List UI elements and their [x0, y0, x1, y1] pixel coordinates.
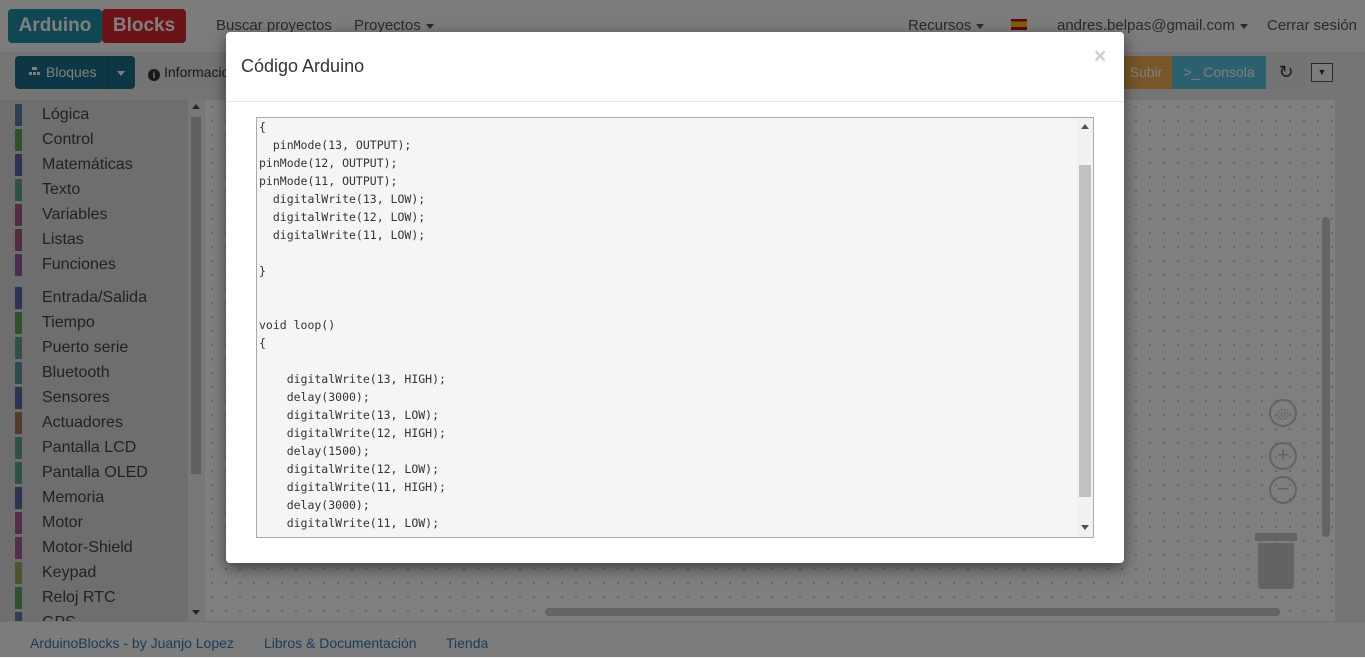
arduino-code-modal: Código Arduino × { pinMode(13, OUTPUT); …: [226, 32, 1124, 563]
scroll-down-arrow-icon[interactable]: [1081, 525, 1089, 530]
close-icon[interactable]: ×: [1094, 45, 1106, 69]
code-textarea[interactable]: { pinMode(13, OUTPUT); pinMode(12, OUTPU…: [256, 117, 1094, 538]
code-scroll-thumb[interactable]: [1079, 165, 1091, 497]
modal-header: Código Arduino ×: [226, 32, 1124, 102]
arduino-code-text[interactable]: { pinMode(13, OUTPUT); pinMode(12, OUTPU…: [259, 118, 1074, 532]
code-scrollbar[interactable]: [1077, 118, 1093, 537]
modal-title: Código Arduino: [241, 56, 365, 76]
scroll-up-arrow-icon[interactable]: [1081, 124, 1089, 129]
